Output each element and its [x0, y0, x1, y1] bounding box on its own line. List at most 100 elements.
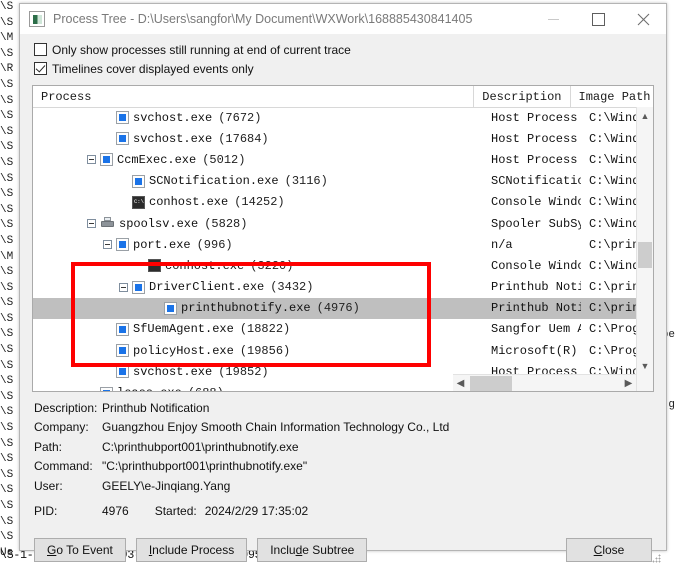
close-icon[interactable] — [621, 4, 666, 34]
table-row[interactable]: SCNotification.exe(3116)SCNotificationC:… — [33, 171, 636, 192]
detail-label: Description: — [34, 401, 102, 415]
process-pid: (14252) — [234, 195, 284, 209]
process-pid: (19856) — [240, 344, 290, 358]
collapse-expander-icon[interactable] — [119, 283, 128, 292]
detail-value: C:\printhubport001\printhubnotify.exe — [102, 440, 299, 454]
scroll-up-arrow[interactable]: ▲ — [637, 107, 653, 124]
checkbox-box[interactable] — [34, 62, 47, 75]
cell-description: Microsoft(R) ... — [483, 344, 581, 358]
window-title: Process Tree - D:\Users\sangfor\My Docum… — [53, 12, 473, 26]
detail-label-started: Started: — [155, 504, 197, 518]
table-row[interactable]: svchost.exe(17684)Host Process ...C:\Win… — [33, 128, 636, 149]
cell-description: Sangfor Uem A... — [483, 322, 581, 336]
process-pid: (688) — [188, 386, 224, 392]
checkbox-label: Only show processes still running at end… — [52, 43, 351, 57]
process-pid: (19852) — [218, 365, 268, 379]
detail-user: User: GEELY\e-Jinqiang.Yang — [34, 476, 666, 496]
detail-description: Description: Printhub Notification — [34, 398, 666, 418]
detail-value: Guangzhou Enjoy Smooth Chain Information… — [102, 420, 449, 434]
checkbox-label: Timelines cover displayed events only — [52, 62, 254, 76]
process-pid: (4976) — [317, 301, 360, 315]
table-row[interactable]: DriverClient.exe(3432)Printhub Noti...C:… — [33, 277, 636, 298]
close-label: lose — [602, 543, 624, 557]
table-row[interactable]: printhubnotify.exe(4976)Printhub Noti...… — [33, 298, 636, 319]
printer-process-icon — [100, 217, 115, 230]
process-name: SCNotification.exe — [149, 174, 279, 188]
include-process-button[interactable]: Include Process — [136, 538, 247, 562]
app-process-icon — [164, 302, 177, 315]
process-pid: (18822) — [240, 322, 290, 336]
app-process-icon — [100, 387, 113, 392]
checkbox-only-running[interactable]: Only show processes still running at end… — [34, 40, 666, 59]
app-process-icon — [116, 132, 129, 145]
app-process-icon — [116, 111, 129, 124]
table-row[interactable]: CcmExec.exe(5012)Host Process ...C:\Wind… — [33, 149, 636, 170]
include-subtree-button[interactable]: Include Subtree — [257, 538, 367, 562]
cell-description: Host Process ... — [483, 111, 581, 125]
scroll-right-arrow[interactable]: ▶ — [621, 378, 636, 389]
process-name: spoolsv.exe — [119, 217, 198, 231]
horizontal-scrollbar[interactable]: ◀ ▶ — [453, 374, 636, 391]
collapse-expander-icon[interactable] — [87, 219, 96, 228]
column-header-image-path[interactable]: Image Path — [571, 86, 654, 107]
column-header-process[interactable]: Process — [33, 86, 474, 107]
vertical-scroll-thumb[interactable] — [638, 242, 652, 268]
app-process-icon — [100, 153, 113, 166]
options-group: Only show processes still running at end… — [20, 34, 666, 80]
collapse-expander-icon[interactable] — [87, 155, 96, 164]
cell-description: Host Process ... — [483, 153, 581, 167]
checkbox-timelines-cover[interactable]: Timelines cover displayed events only — [34, 59, 666, 78]
process-name: conhost.exe — [165, 259, 244, 273]
process-tree-icon — [29, 11, 45, 27]
detail-value: GEELY\e-Jinqiang.Yang — [102, 479, 230, 493]
close-button[interactable]: Close — [566, 538, 652, 562]
window-controls — [531, 4, 666, 34]
process-name: policyHost.exe — [133, 344, 234, 358]
app-process-icon — [132, 281, 145, 294]
cell-description: n/a — [483, 238, 581, 252]
process-name: svchost.exe — [133, 365, 212, 379]
scroll-down-arrow[interactable]: ▼ — [637, 357, 653, 374]
cell-description: Spooler SubSy... — [483, 217, 581, 231]
detail-command: Command: "C:\printhubport001\printhubnot… — [34, 457, 666, 477]
scroll-left-arrow[interactable]: ◀ — [453, 378, 468, 389]
detail-value-pid: 4976 — [102, 504, 129, 518]
checkbox-box[interactable] — [34, 43, 47, 56]
cmd-process-icon — [148, 259, 161, 272]
cell-description: Console Windo... — [483, 195, 581, 209]
table-row[interactable]: port.exe(996)n/aC:\printhubp — [33, 234, 636, 255]
process-pid: (5012) — [202, 153, 245, 167]
process-tree-list: Process Description Image Path svchost.e… — [32, 85, 654, 392]
detail-label: Path: — [34, 440, 102, 454]
table-row[interactable]: policyHost.exe(19856)Microsoft(R) ...C:\… — [33, 340, 636, 361]
resize-grip[interactable] — [652, 554, 662, 564]
vertical-scrollbar[interactable]: ▲ ▼ — [636, 107, 653, 391]
detail-value-started: 2024/2/29 17:35:02 — [205, 504, 308, 518]
table-row[interactable]: svchost.exe(7672)Host Process ...C:\Wind… — [33, 107, 636, 128]
process-pid: (3432) — [270, 280, 313, 294]
maximize-icon[interactable] — [576, 4, 621, 34]
cell-description: Console Windo... — [483, 259, 581, 273]
detail-label: Company: — [34, 420, 102, 434]
collapse-expander-icon[interactable] — [103, 240, 112, 249]
table-row[interactable]: conhost.exe(3220)Console Windo...C:\Wind… — [33, 255, 636, 276]
minimize-icon[interactable] — [531, 4, 576, 34]
process-pid: (3220) — [250, 259, 293, 273]
detail-pid: PID: 4976 Started: 2024/2/29 17:35:02 — [34, 502, 666, 522]
cell-description: SCNotification — [483, 174, 581, 188]
detail-label: User: — [34, 479, 102, 493]
process-pid: (17684) — [218, 132, 268, 146]
process-pid: (5828) — [204, 217, 247, 231]
horizontal-scroll-thumb[interactable] — [470, 376, 512, 391]
process-name: DriverClient.exe — [149, 280, 264, 294]
process-pid: (7672) — [218, 111, 261, 125]
go-to-event-label: o To Event — [56, 543, 112, 557]
title-bar[interactable]: Process Tree - D:\Users\sangfor\My Docum… — [20, 4, 666, 34]
table-row[interactable]: conhost.exe(14252)Console Windo...C:\Win… — [33, 192, 636, 213]
go-to-event-button[interactable]: Go To Event — [34, 538, 126, 562]
app-process-icon — [116, 238, 129, 251]
table-row[interactable]: spoolsv.exe(5828)Spooler SubSy...C:\Wind… — [33, 213, 636, 234]
column-header-description[interactable]: Description — [474, 86, 570, 107]
process-name: conhost.exe — [149, 195, 228, 209]
table-row[interactable]: SfUemAgent.exe(18822)Sangfor Uem A...C:\… — [33, 319, 636, 340]
